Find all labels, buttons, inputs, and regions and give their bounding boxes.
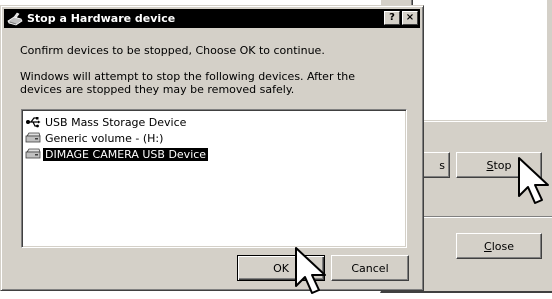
usb-icon <box>25 115 41 129</box>
ok-button-label: OK <box>273 261 289 275</box>
properties-button-label: s <box>439 158 445 172</box>
background-device-list[interactable] <box>411 0 547 122</box>
hardware-icon <box>7 11 23 27</box>
info-text: Windows will attempt to stop the followi… <box>20 70 356 96</box>
drive-icon <box>25 147 41 161</box>
cancel-button[interactable]: Cancel <box>331 255 409 281</box>
device-label: USB Mass Storage Device <box>45 115 187 129</box>
close-button-label: lose <box>491 239 514 253</box>
drive-icon <box>25 131 41 145</box>
dialog-titlebar[interactable]: Stop a Hardware device ? × <box>4 9 420 28</box>
arrow-cursor-icon <box>518 157 549 204</box>
close-icon[interactable]: × <box>402 11 418 25</box>
device-list[interactable]: USB Mass Storage Device Generic volume -… <box>21 109 407 248</box>
confirm-text: Confirm devices to be stopped, Choose OK… <box>20 44 325 57</box>
close-button-mnemonic: C <box>484 239 492 253</box>
dialog-title: Stop a Hardware device <box>27 12 176 25</box>
list-item[interactable]: USB Mass Storage Device <box>25 114 406 130</box>
list-item[interactable]: Generic volume - (H:) <box>25 130 406 146</box>
device-label-selected: DIMAGE CAMERA USB Device <box>43 147 209 161</box>
stop-hardware-dialog: Stop a Hardware device ? × Confirm devic… <box>0 5 424 291</box>
device-label: Generic volume - (H:) <box>45 131 164 145</box>
stop-button-label: top <box>493 158 512 172</box>
arrow-cursor-icon <box>295 247 326 294</box>
help-button[interactable]: ? <box>384 11 400 25</box>
cancel-button-label: Cancel <box>351 261 389 275</box>
stop-button-mnemonic: S <box>486 158 494 172</box>
list-item[interactable]: DIMAGE CAMERA USB Device <box>25 146 406 162</box>
close-button[interactable]: Close <box>456 233 542 259</box>
